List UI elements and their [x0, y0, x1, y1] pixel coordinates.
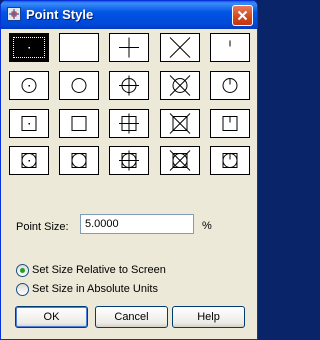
point-style-none[interactable] — [59, 33, 99, 62]
point-style-dot[interactable] — [9, 33, 49, 62]
point-style-glyph-icon — [222, 116, 238, 131]
point-style-x-circle[interactable] — [160, 71, 200, 100]
point-style-dot-square[interactable] — [9, 109, 49, 138]
point-style-tick[interactable] — [210, 33, 250, 62]
point-style-dot-circle-square[interactable] — [9, 146, 49, 175]
point-style-tick-square[interactable] — [210, 109, 250, 138]
point-style-x-square[interactable] — [160, 109, 200, 138]
point-style-glyph-icon — [119, 75, 139, 96]
point-style-glyph-icon — [71, 153, 87, 168]
point-style-plus-square[interactable] — [109, 109, 149, 138]
point-style-glyph-icon — [119, 113, 139, 134]
radio-button[interactable] — [16, 283, 29, 296]
point-style-glyph-icon — [169, 113, 191, 134]
help-button[interactable]: Help — [172, 306, 245, 328]
point-style-glyph-icon — [169, 75, 191, 96]
title-bar[interactable]: Point Style — [1, 1, 257, 29]
point-style-plus-circle[interactable] — [109, 71, 149, 100]
point-style-tick-circle-square[interactable] — [210, 146, 250, 175]
point-style-glyph-icon — [71, 116, 87, 131]
point-style-none-circle-square[interactable] — [59, 146, 99, 175]
point-style-none-square[interactable] — [59, 109, 99, 138]
point-style-glyph-icon — [119, 150, 139, 171]
point-style-glyph-icon — [169, 37, 191, 58]
close-button[interactable] — [232, 5, 253, 26]
point-size-input[interactable] — [80, 214, 194, 234]
radio-label: Set Size in Absolute Units — [32, 283, 158, 295]
point-style-glyph-icon — [21, 78, 37, 93]
dialog-title: Point Style — [26, 7, 94, 22]
point-style-glyph-icon — [169, 150, 191, 171]
point-style-glyph-icon — [21, 116, 37, 131]
point-style-dot-circle[interactable] — [9, 71, 49, 100]
point-style-glyph-icon — [60, 34, 98, 61]
point-style-dialog: Point Style Point Size: % Set Size Relat… — [0, 0, 258, 340]
point-style-glyph-icon — [21, 153, 37, 168]
point-size-label: Point Size: — [16, 221, 69, 233]
ok-button[interactable]: OK — [15, 306, 88, 328]
point-style-glyph-icon — [119, 37, 139, 58]
point-style-glyph-icon — [222, 78, 238, 93]
point-style-x-circle-square[interactable] — [160, 146, 200, 175]
close-icon — [237, 10, 248, 21]
point-style-plus[interactable] — [109, 33, 149, 62]
point-style-glyph-icon — [28, 47, 30, 49]
point-style-none-circle[interactable] — [59, 71, 99, 100]
point-size-unit: % — [202, 220, 212, 232]
point-style-app-icon — [7, 7, 21, 21]
point-style-tick-circle[interactable] — [210, 71, 250, 100]
point-style-glyph-icon — [229, 40, 231, 47]
radio-absolute-units[interactable]: Set Size in Absolute Units — [16, 283, 196, 297]
cancel-button[interactable]: Cancel — [95, 306, 168, 328]
radio-relative-to-screen[interactable]: Set Size Relative to Screen — [16, 264, 196, 278]
radio-label: Set Size Relative to Screen — [32, 264, 166, 276]
point-style-x[interactable] — [160, 33, 200, 62]
point-style-glyph-icon — [71, 78, 87, 93]
point-style-glyph-icon — [222, 153, 238, 168]
radio-button[interactable] — [16, 264, 29, 277]
point-style-plus-circle-square[interactable] — [109, 146, 149, 175]
